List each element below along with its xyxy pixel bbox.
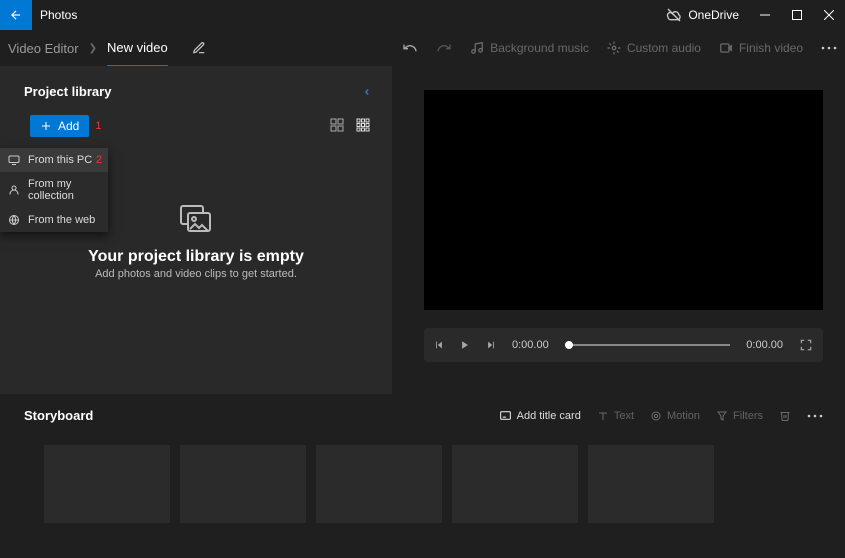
web-icon: [8, 214, 20, 226]
empty-subtitle: Add photos and video clips to get starte…: [0, 268, 392, 280]
dropdown-from-web[interactable]: From the web: [0, 208, 108, 232]
add-label: Add: [58, 119, 79, 133]
next-icon: [486, 340, 496, 350]
prev-icon: [434, 340, 444, 350]
cloud-off-icon: [666, 7, 682, 23]
add-title-card-button[interactable]: Add title card: [499, 409, 581, 422]
grid-large-icon: [330, 118, 344, 132]
annotation-1: 1: [95, 120, 101, 132]
close-icon: [824, 10, 834, 20]
time-total: 0:00.00: [746, 339, 783, 351]
onedrive-status[interactable]: OneDrive: [656, 7, 749, 23]
grid-large-button[interactable]: [330, 118, 344, 135]
delete-button[interactable]: [779, 409, 791, 422]
play-button[interactable]: [460, 339, 470, 351]
storyboard-slot[interactable]: [452, 445, 578, 523]
plus-icon: [40, 120, 52, 132]
annotation-2: 2: [96, 154, 102, 166]
prev-frame-button[interactable]: [434, 340, 444, 350]
dropdown-from-this-pc[interactable]: From this PC 2: [0, 148, 108, 172]
onedrive-label: OneDrive: [688, 8, 739, 22]
text-icon: [597, 410, 609, 422]
back-button[interactable]: [0, 0, 32, 30]
music-icon: [470, 41, 484, 55]
finish-video-button[interactable]: Finish video: [719, 41, 803, 55]
maximize-button[interactable]: [781, 0, 813, 30]
more-icon: [807, 414, 823, 418]
storyboard-slot[interactable]: [316, 445, 442, 523]
trash-icon: [779, 409, 791, 422]
storyboard-slot[interactable]: [180, 445, 306, 523]
pc-icon: [8, 154, 20, 166]
collection-icon: [8, 184, 20, 196]
app-title: Photos: [32, 8, 77, 22]
photos-empty-icon: [180, 205, 212, 233]
arrow-left-icon: [9, 8, 23, 22]
storyboard-slot[interactable]: [588, 445, 714, 523]
dropdown-from-collection[interactable]: From my collection: [0, 172, 108, 208]
play-icon: [460, 339, 470, 351]
close-button[interactable]: [813, 0, 845, 30]
storyboard-title: Storyboard: [24, 408, 93, 423]
pencil-icon: [192, 41, 206, 55]
playback-controls: 0:00.00 0:00.00: [424, 328, 823, 362]
custom-audio-button[interactable]: Custom audio: [607, 41, 701, 55]
fullscreen-button[interactable]: [799, 338, 813, 352]
grid-small-icon: [356, 118, 370, 132]
audio-icon: [607, 41, 621, 55]
time-current: 0:00.00: [512, 339, 549, 351]
storyboard-more-button[interactable]: [807, 414, 823, 418]
minimize-button[interactable]: [749, 0, 781, 30]
more-icon: [821, 46, 837, 50]
export-icon: [719, 41, 733, 55]
storyboard-strip[interactable]: [24, 445, 823, 523]
undo-button[interactable]: [402, 40, 418, 56]
seek-bar[interactable]: [565, 344, 731, 346]
next-frame-button[interactable]: [486, 340, 496, 350]
add-button[interactable]: Add: [30, 115, 89, 137]
chevron-right-icon: ❯: [89, 43, 97, 54]
breadcrumb-active[interactable]: New video: [107, 40, 168, 67]
maximize-icon: [792, 10, 802, 20]
text-button[interactable]: Text: [597, 410, 634, 422]
edit-name-button[interactable]: [192, 41, 206, 55]
filter-icon: [716, 410, 728, 422]
more-button[interactable]: [821, 46, 837, 50]
background-music-button[interactable]: Background music: [470, 41, 589, 55]
redo-button[interactable]: [436, 40, 452, 56]
add-dropdown: From this PC 2 From my collection From t…: [0, 148, 108, 232]
undo-icon: [402, 40, 418, 56]
filters-button[interactable]: Filters: [716, 410, 763, 422]
storyboard-slot[interactable]: [44, 445, 170, 523]
empty-title: Your project library is empty: [0, 248, 392, 266]
grid-small-button[interactable]: [356, 118, 370, 135]
fullscreen-icon: [799, 338, 813, 352]
motion-button[interactable]: Motion: [650, 410, 700, 422]
redo-icon: [436, 40, 452, 56]
collapse-library-button[interactable]: [362, 86, 372, 98]
card-icon: [499, 409, 512, 422]
video-preview[interactable]: [424, 90, 823, 310]
breadcrumb: Video Editor ❯ New video: [8, 30, 206, 67]
minimize-icon: [760, 10, 770, 20]
breadcrumb-root[interactable]: Video Editor: [8, 41, 79, 56]
chevron-left-icon: [362, 86, 372, 98]
library-title: Project library: [24, 84, 111, 99]
motion-icon: [650, 410, 662, 422]
